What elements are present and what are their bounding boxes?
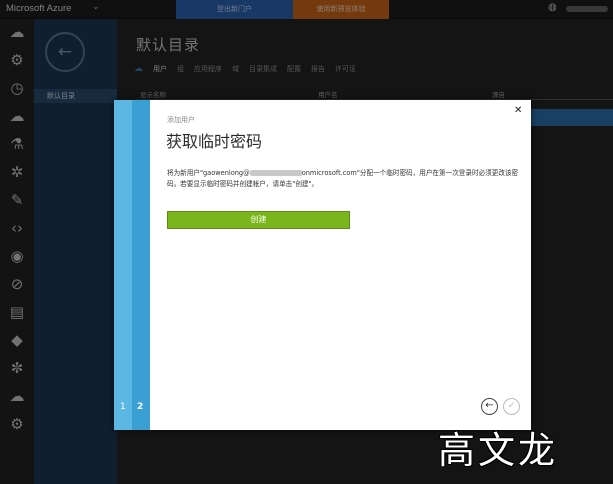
create-button[interactable]: 创建 xyxy=(167,211,350,229)
step-2[interactable]: 2 xyxy=(137,402,143,412)
step-bar-highlight xyxy=(114,100,132,430)
dialog-title: 获取临时密码 xyxy=(166,132,263,151)
redacted-email xyxy=(249,170,302,176)
complete-check-icon[interactable]: ✓ xyxy=(503,398,520,415)
add-user-dialog: 1 2 添加用户 获取临时密码 ✕ 将为新用户"gaowenlong@ onmic… xyxy=(114,100,531,430)
close-icon[interactable]: ✕ xyxy=(514,105,522,116)
author-watermark: 高文龙 xyxy=(438,429,558,472)
message-part-1: 将为新用户"gaowenlong@ xyxy=(167,169,250,177)
previous-step-icon[interactable]: ← xyxy=(481,398,498,415)
dialog-message: 将为新用户"gaowenlong@ onmicrosoft.com"分配一个临时密… xyxy=(167,168,522,190)
step-1[interactable]: 1 xyxy=(120,402,126,412)
wizard-step-bar: 1 2 xyxy=(114,100,150,430)
dialog-kicker: 添加用户 xyxy=(167,116,195,124)
